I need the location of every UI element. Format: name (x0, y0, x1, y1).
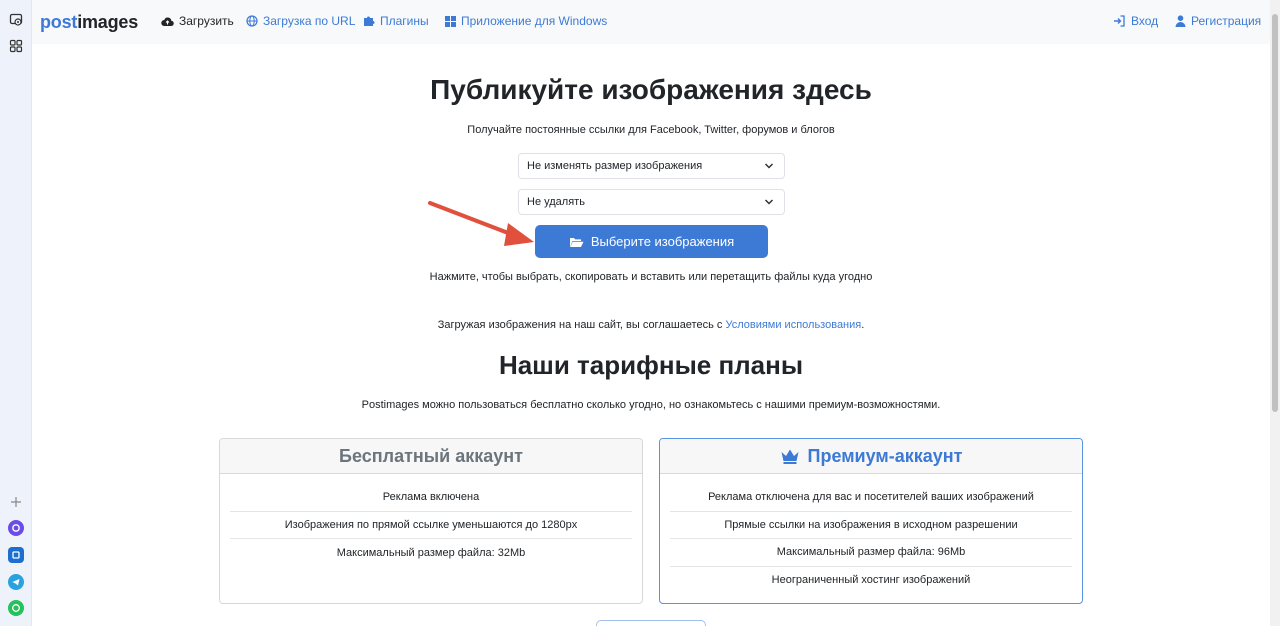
terms-prefix: Загружая изображения на наш сайт, вы сог… (437, 319, 726, 331)
free-plan-features: Реклама включена Изображения по прямой с… (220, 474, 642, 567)
apps-grid-icon[interactable] (7, 37, 25, 55)
resize-select-value: Не изменять размер изображения (527, 160, 703, 172)
logo-part-2: images (77, 12, 139, 32)
crown-icon (781, 449, 799, 464)
top-navbar: postimages Загрузить Загрузка по URL Пла… (32, 0, 1270, 44)
terms-link[interactable]: Условиями использования (725, 319, 861, 331)
windows-icon (445, 15, 456, 27)
nav-windows-app[interactable]: Приложение для Windows (445, 14, 607, 28)
hero-subtitle: Получайте постоянные ссылки для Facebook… (467, 124, 835, 136)
premium-plan-feature: Максимальный размер файла: 96Mb (670, 539, 1072, 567)
add-icon[interactable] (7, 493, 25, 511)
nav-plugins-label: Плагины (380, 14, 429, 28)
resize-select[interactable]: Не изменять размер изображения (518, 153, 785, 179)
free-plan-title: Бесплатный аккаунт (220, 439, 642, 474)
puzzle-icon (364, 16, 375, 26)
nav-url-upload[interactable]: Загрузка по URL (246, 14, 355, 28)
free-plan-feature: Изображения по прямой ссылке уменьшаются… (230, 512, 632, 539)
premium-plan-card: Премиум-аккаунт Реклама отключена для ва… (659, 438, 1083, 604)
choose-images-button[interactable]: Выберите изображения (535, 225, 768, 258)
nav-upload-label: Загрузить (179, 14, 234, 28)
nav-login[interactable]: Вход (1113, 14, 1158, 28)
chevron-down-icon (764, 199, 774, 205)
sign-in-icon (1114, 15, 1125, 27)
cloud-upload-icon (161, 17, 174, 26)
plans-title: Наши тарифные планы (498, 350, 804, 380)
premium-plan-feature: Реклама отключена для вас и посетителей … (670, 484, 1072, 512)
browser-sidebar (0, 0, 32, 626)
next-section-button-edge[interactable] (596, 620, 706, 626)
premium-plan-header: Премиум-аккаунт (660, 439, 1082, 474)
red-arrow-annotation (428, 201, 534, 246)
nav-register-label: Регистрация (1191, 14, 1262, 28)
logo-part-1: post (40, 12, 78, 32)
premium-plan-title: Премиум-аккаунт (807, 445, 963, 466)
folder-open-icon (569, 237, 584, 247)
premium-plan-feature: Прямые ссылки на изображения в исходном … (670, 512, 1072, 539)
messenger-icon[interactable] (8, 520, 24, 536)
nav-upload[interactable]: Загрузить (161, 14, 234, 28)
outlook-icon[interactable] (8, 547, 24, 563)
free-plan-card: Бесплатный аккаунт Реклама включена Изоб… (219, 438, 643, 604)
choose-images-label: Выберите изображения (590, 234, 735, 249)
nav-register[interactable]: Регистрация (1175, 14, 1261, 28)
nav-plugins[interactable]: Плагины (363, 14, 429, 28)
telegram-icon[interactable] (8, 574, 24, 590)
chevron-down-icon (764, 163, 774, 169)
whatsapp-icon[interactable] (8, 600, 24, 616)
site-logo[interactable]: postimages (40, 12, 138, 33)
screenshot-icon[interactable] (7, 11, 25, 29)
premium-plan-features: Реклама отключена для вас и посетителей … (660, 474, 1082, 594)
nav-windows-app-label: Приложение для Windows (461, 14, 608, 28)
free-plan-feature: Максимальный размер файла: 32Mb (336, 546, 526, 559)
expire-select[interactable]: Не удалять (518, 189, 785, 215)
free-plan-feature: Реклама включена (230, 484, 632, 512)
terms-suffix: . (861, 319, 865, 331)
scrollbar-thumb[interactable] (1272, 14, 1278, 412)
plans-subtitle: Postimages можно пользоваться бесплатно … (361, 399, 941, 411)
premium-plan-feature: Неограниченный хостинг изображений (771, 574, 971, 587)
nav-login-label: Вход (1131, 14, 1159, 28)
page-title: Публикуйте изображения здесь (430, 74, 872, 105)
globe-icon (246, 15, 258, 27)
terms-notice: Загружая изображения на наш сайт, вы сог… (32, 319, 1270, 331)
upload-hint: Нажмите, чтобы выбрать, скопировать и вс… (429, 271, 873, 283)
nav-url-upload-label: Загрузка по URL (263, 14, 356, 28)
user-icon (1175, 15, 1186, 27)
